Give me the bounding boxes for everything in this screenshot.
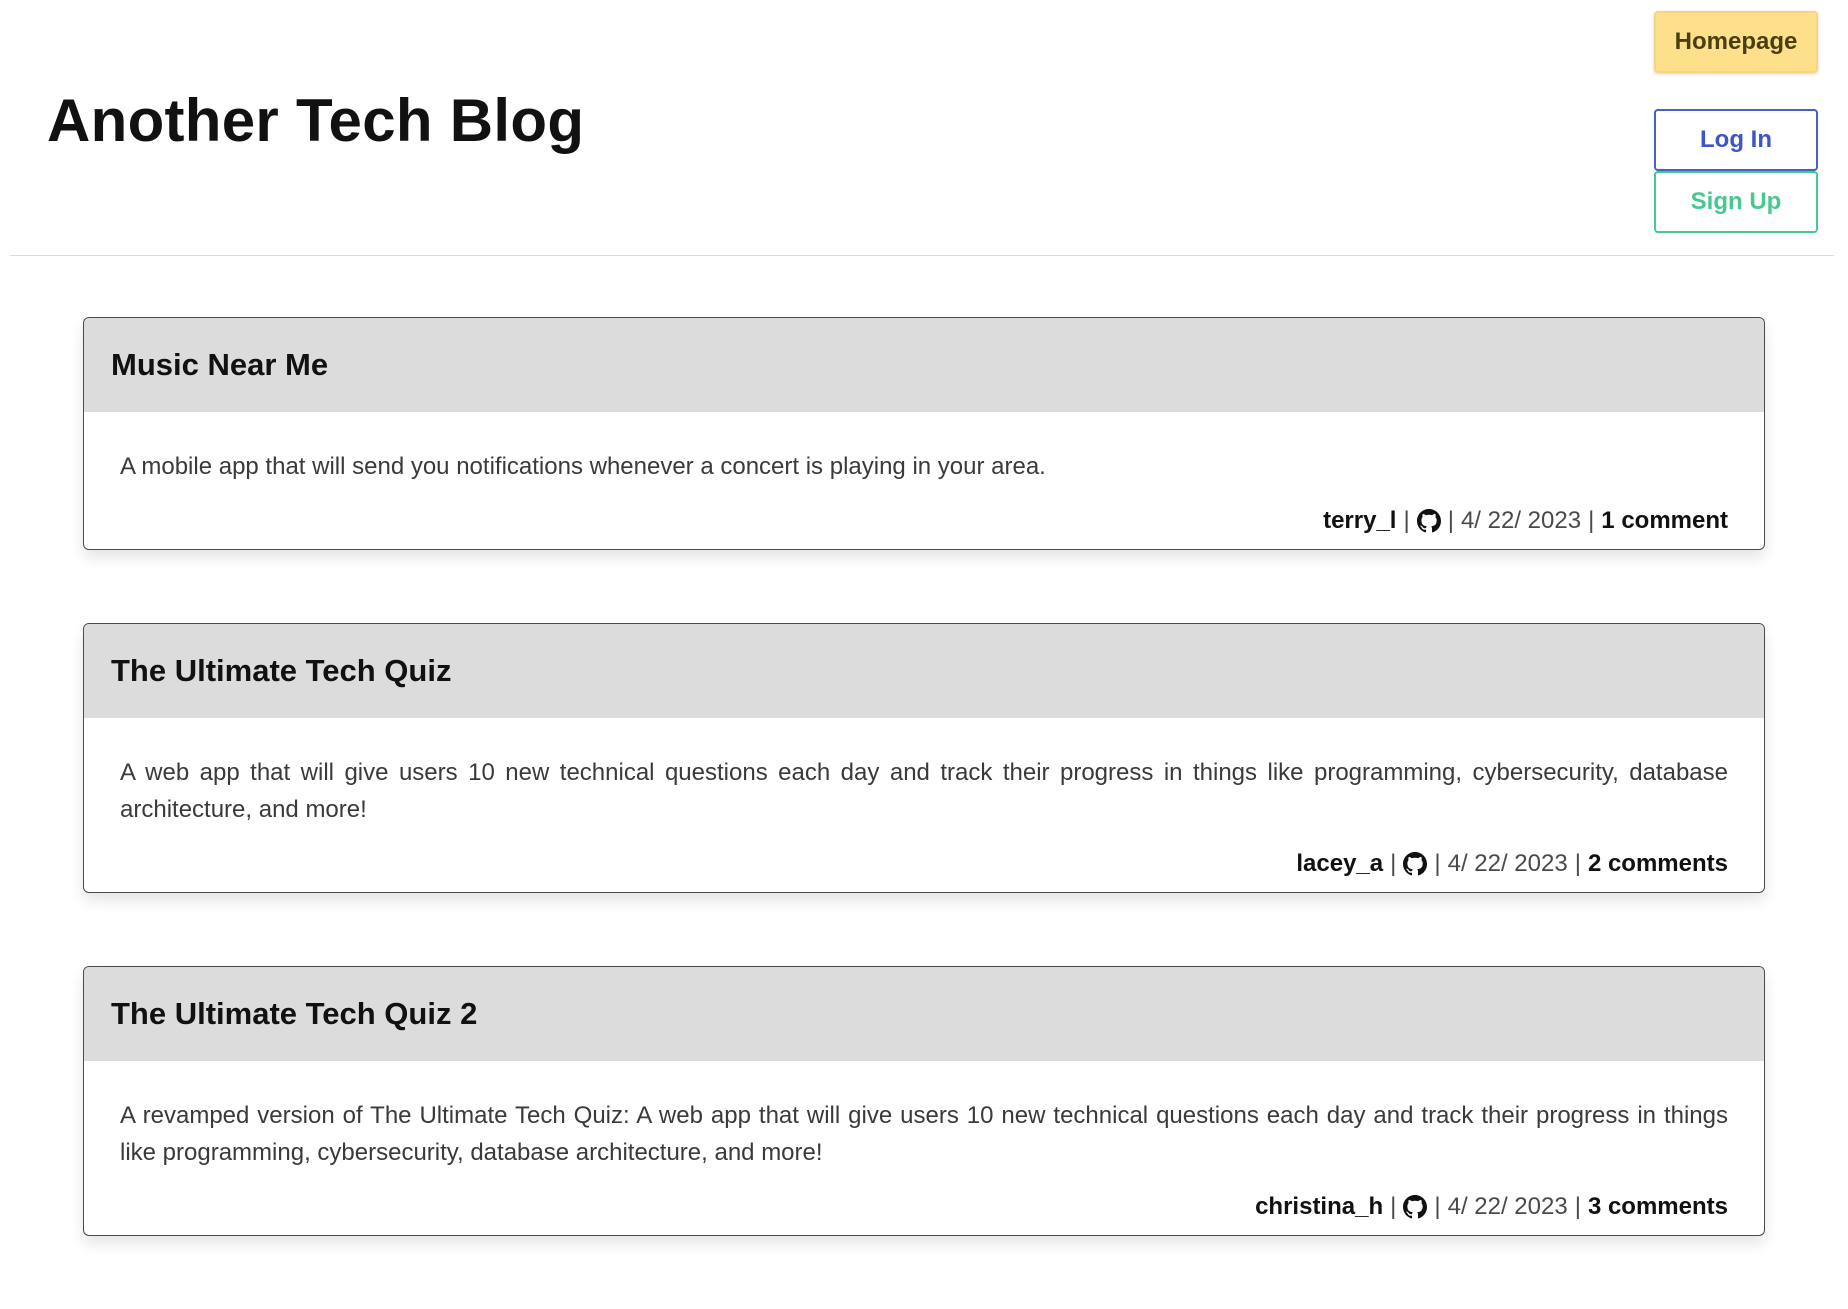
github-icon-svg: [1403, 1195, 1428, 1219]
post-list: Music Near Me A mobile app that will sen…: [83, 317, 1765, 1309]
post-body: A web app that will give users 10 new te…: [120, 759, 1728, 823]
meta-separator: |: [1574, 850, 1581, 877]
post-meta: terry_l | | 4/ 22/ 2023 | 1 comment: [84, 485, 1764, 549]
post-author[interactable]: lacey_a: [1296, 850, 1383, 878]
post-meta: christina_h | | 4/ 22/ 2023 | 3 comments: [84, 1171, 1764, 1235]
post-comments-link[interactable]: 3 comments: [1588, 1193, 1728, 1221]
homepage-button[interactable]: Homepage: [1654, 11, 1818, 73]
post-author[interactable]: terry_l: [1323, 507, 1396, 535]
github-icon[interactable]: [1403, 1195, 1428, 1219]
post-body: A revamped version of The Ultimate Tech …: [120, 1102, 1728, 1166]
meta-separator: |: [1574, 1193, 1581, 1220]
post-date: 4/ 22/ 2023: [1460, 507, 1582, 534]
login-button[interactable]: Log In: [1654, 109, 1818, 171]
meta-separator: |: [1588, 507, 1595, 534]
header-nav: Homepage Log In Sign Up: [1654, 11, 1818, 233]
meta-separator: |: [1403, 507, 1410, 534]
post-date: 4/ 22/ 2023: [1447, 1193, 1568, 1220]
meta-separator: |: [1447, 507, 1454, 534]
site-title: Another Tech Blog: [47, 87, 585, 154]
post-title[interactable]: The Ultimate Tech Quiz 2: [84, 967, 1764, 1061]
github-icon[interactable]: [1403, 852, 1428, 876]
post-title[interactable]: The Ultimate Tech Quiz: [84, 624, 1764, 718]
post-card[interactable]: The Ultimate Tech Quiz 2 A revamped vers…: [83, 966, 1765, 1236]
github-icon[interactable]: [1416, 509, 1441, 533]
meta-separator: |: [1434, 850, 1441, 877]
meta-separator: |: [1390, 850, 1397, 877]
post-author[interactable]: christina_h: [1255, 1193, 1383, 1221]
post-card[interactable]: Music Near Me A mobile app that will sen…: [83, 317, 1765, 550]
post-meta: lacey_a | | 4/ 22/ 2023 | 2 comments: [84, 828, 1764, 892]
meta-separator: |: [1390, 1193, 1397, 1220]
site-header: Another Tech Blog Homepage Log In Sign U…: [10, 0, 1834, 256]
signup-button[interactable]: Sign Up: [1654, 171, 1818, 233]
github-icon-svg: [1403, 852, 1428, 876]
post-date: 4/ 22/ 2023: [1447, 850, 1568, 877]
post-body: A mobile app that will send you notifica…: [120, 453, 1046, 480]
github-icon-svg: [1416, 509, 1441, 533]
post-title[interactable]: Music Near Me: [84, 318, 1764, 412]
post-comments-link[interactable]: 1 comment: [1601, 507, 1728, 535]
post-comments-link[interactable]: 2 comments: [1588, 850, 1728, 878]
meta-separator: |: [1434, 1193, 1441, 1220]
post-card[interactable]: The Ultimate Tech Quiz A web app that wi…: [83, 623, 1765, 893]
